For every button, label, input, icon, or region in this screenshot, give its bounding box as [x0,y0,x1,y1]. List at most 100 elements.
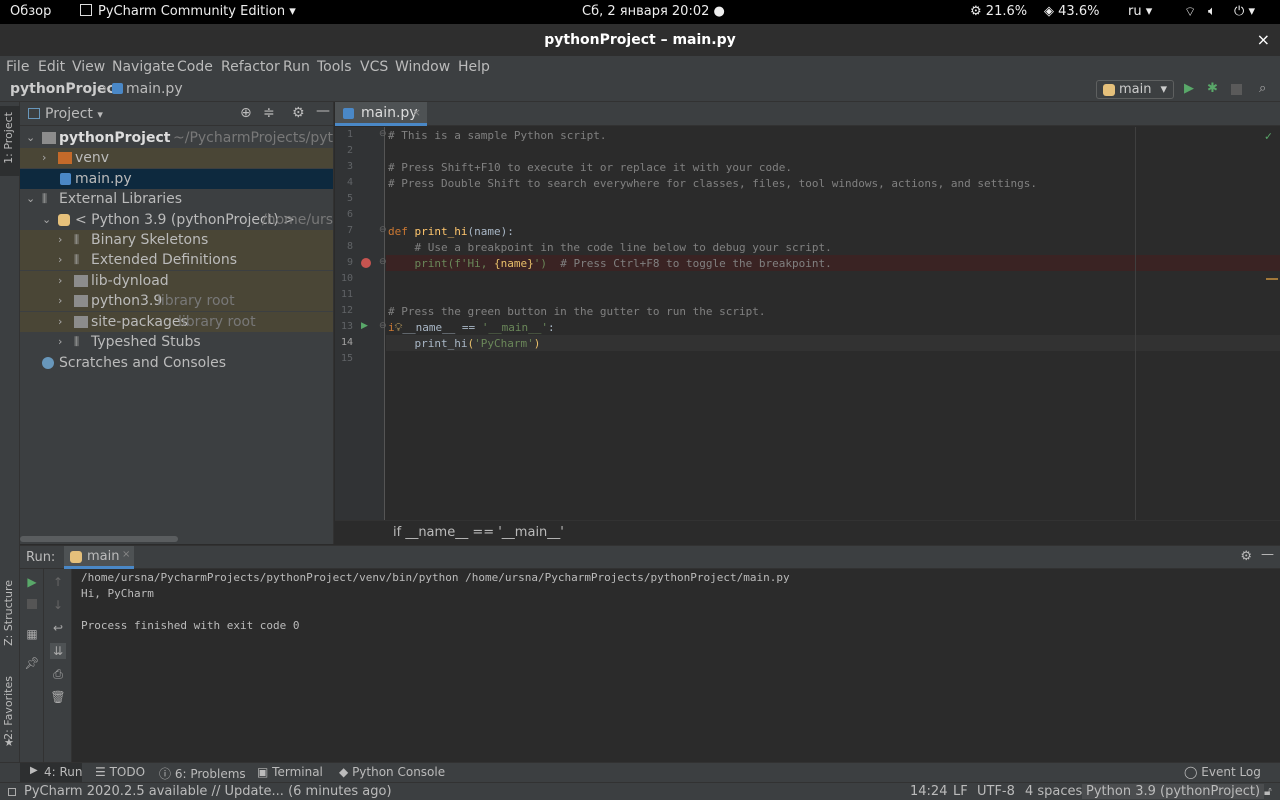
tab-main-py[interactable]: main.py × [335,102,427,126]
stop-icon[interactable] [1231,81,1247,97]
menu-refactor[interactable]: Refactor [221,59,280,75]
menu-tools[interactable]: Tools [317,59,352,75]
tree-item-main-py[interactable]: main.py [20,169,333,189]
rerun-icon[interactable]: ▶ [24,574,40,590]
library-icon: ⫼ [74,253,80,266]
horizontal-scrollbar[interactable] [20,536,178,542]
tool-tab-problems[interactable]: ⓘ 6: Problems [159,765,246,782]
status-message[interactable]: PyCharm 2020.2.5 available // Update... … [24,784,392,799]
hide-icon[interactable]: — [316,103,330,119]
navigation-bar: pythonProject › main.py main ▾ ▶ ✱ ⌕ [0,78,1280,102]
star-icon: ★ [4,736,14,749]
close-icon[interactable]: × [1257,30,1270,49]
inspection-ok-icon[interactable]: ✓ [1265,129,1272,143]
tree-item-binary-skeletons[interactable]: › ⫼ Binary Skeletons [20,230,333,250]
nav-file[interactable]: main.py [112,81,183,97]
lock-icon[interactable]: 🔓︎ [1264,784,1272,799]
run-configuration-select[interactable]: main ▾ [1096,80,1174,99]
editor-gutter[interactable]: 1 2 3 4 5 6 7 8 9 10 11 12 13 14 15 ▶ ⊖ … [335,127,387,520]
menu-help[interactable]: Help [458,59,490,75]
menu-edit[interactable]: Edit [38,59,65,75]
debug-icon[interactable]: ✱ [1207,81,1223,97]
tree-item-scratches[interactable]: Scratches and Consoles [20,353,333,373]
menu-code[interactable]: Code [177,59,213,75]
tree-item-venv[interactable]: › venv [20,148,333,168]
tool-tab-python-console[interactable]: ◆ Python Console [339,765,445,779]
tree-item-extended-definitions[interactable]: › ⫼ Extended Definitions [20,250,333,270]
indent-setting[interactable]: 4 spaces [1025,784,1082,799]
tool-tab-terminal[interactable]: ▣ Terminal [257,765,323,779]
scroll-to-end-icon[interactable]: ⇊ [50,643,66,659]
folder-icon [74,295,88,307]
chevron-right-icon: › [58,274,63,287]
menu-window[interactable]: Window [395,59,450,75]
memory-indicator[interactable]: ◈ 43.6% [1044,4,1099,19]
activities-button[interactable]: Обзор [10,4,51,19]
tool-tab-event-log[interactable]: ◯ Event Log [1184,765,1261,779]
menu-run[interactable]: Run [283,59,310,75]
line-number: 14 [340,337,353,348]
run-icon[interactable]: ▶ [1184,81,1200,97]
up-arrow-icon[interactable]: ↑ [50,574,66,590]
code-token-bracket: ) [533,337,541,350]
structure-tool-tab[interactable]: Z: Structure [2,580,15,646]
run-gutter-icon[interactable]: ▶ [361,321,368,331]
tool-tab-todo[interactable]: ☰ TODO [95,765,145,779]
trash-icon[interactable]: 🗑︎ [50,689,66,705]
menu-view[interactable]: View [72,59,105,75]
file-encoding[interactable]: UTF-8 [977,784,1015,799]
volume-icon[interactable]: 🔈︎ [1208,4,1216,19]
menu-navigate[interactable]: Navigate [112,59,175,75]
project-tool-tab[interactable]: 1: Project [0,106,20,176]
menu-file[interactable]: File [6,59,29,75]
search-icon[interactable]: ⌕ [1259,81,1275,97]
gear-icon[interactable]: ⚙ [1240,549,1252,564]
cpu-indicator[interactable]: ⚙ 21.6% [970,4,1027,19]
tree-item-python39[interactable]: › python3.9 library root [20,291,333,311]
tree-item-site-packages[interactable]: › site-packages library root [20,312,333,332]
chevron-down-icon: ▾ [1160,82,1167,97]
project-view-select[interactable]: Project ▾ [45,106,103,122]
tree-item-lib-dynload[interactable]: › lib-dynload [20,271,333,291]
tool-tab-run[interactable]: ▶ 4: Run [20,763,83,782]
layout-icon[interactable]: ▦ [24,626,40,642]
down-arrow-icon[interactable]: ↓ [50,597,66,613]
tree-item-python-sdk[interactable]: ⌄ < Python 3.9 (pythonProject) > /home/u… [20,210,333,230]
stop-icon[interactable] [24,597,40,613]
tree-item-label: Binary Skeletons [91,232,209,248]
close-icon[interactable]: × [122,549,130,560]
clock[interactable]: Сб, 2 января 20:02 ● [582,4,725,19]
soft-wrap-icon[interactable]: ↩ [50,620,66,636]
close-icon[interactable]: × [412,102,421,124]
menu-vcs[interactable]: VCS [360,59,388,75]
code-editor[interactable]: # This is a sample Python script. # Pres… [386,127,1280,520]
tree-item-typeshed-stubs[interactable]: › ⫼ Typeshed Stubs [20,332,333,352]
tree-item-external-libraries[interactable]: ⌄ ⫼ External Libraries [20,189,333,209]
tree-item-suffix: library root [178,314,256,330]
chevron-down-icon: ▾ [289,4,296,19]
breakpoint-icon[interactable] [361,258,371,268]
line-separator[interactable]: LF [953,784,968,799]
editor-breadcrumb[interactable]: if __name__ == '__main__' [393,525,564,540]
wifi-icon[interactable]: ⌔ [1184,4,1196,20]
app-menu[interactable]: PyCharm Community Edition ▾ [80,4,296,19]
interpreter-selector[interactable]: Python 3.9 (pythonProject) [1082,784,1265,799]
system-top-bar: Обзор PyCharm Community Edition ▾ Сб, 2 … [0,0,1280,24]
error-stripe-mark[interactable] [1266,278,1278,280]
code-token: : [548,321,555,334]
tree-item-project-root[interactable]: ⌄ pythonProject ~/PycharmProjects/python… [20,128,333,148]
tree-item-label: python3.9 [91,293,163,309]
favorites-tool-tab[interactable]: 2: Favorites [2,676,15,740]
hide-icon[interactable]: — [1261,547,1274,562]
code-line: # Press the green button in the gutter t… [388,305,766,318]
pin-icon[interactable]: 📌︎ [24,655,40,671]
caret-position[interactable]: 14:24 [910,784,947,799]
power-menu[interactable]: ⏻ ▾ [1234,4,1255,19]
print-icon[interactable]: ⎙ [50,666,66,682]
run-console[interactable]: /home/ursna/PycharmProjects/pythonProjec… [72,569,1280,762]
gear-icon[interactable]: ⚙ [292,105,305,121]
keyboard-layout[interactable]: ru ▾ [1128,4,1152,19]
locate-icon[interactable]: ⊕ [240,105,252,121]
run-tab-main[interactable]: main × [64,546,134,569]
collapse-all-icon[interactable]: ≑ [263,105,275,121]
